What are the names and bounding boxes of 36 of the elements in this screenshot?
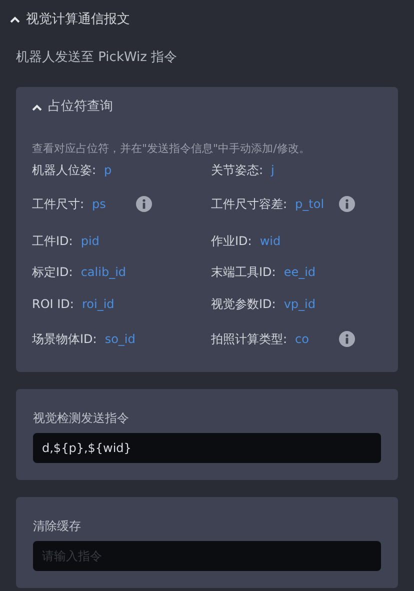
placeholder-value: ee_id <box>284 264 317 281</box>
placeholder-value: co <box>295 330 310 348</box>
placeholder-value: pid <box>80 233 100 250</box>
field-label: 视觉参数ID: <box>211 296 276 312</box>
field-label: 场景物体ID: <box>32 330 97 348</box>
field-label: 末端工具ID: <box>211 264 276 281</box>
info-icon[interactable] <box>339 196 356 212</box>
placeholder-value: calib_id <box>80 264 126 281</box>
placeholder-value: so_id <box>104 330 136 348</box>
field-label: 工件尺寸容差: <box>211 196 288 212</box>
field-label: 清除缓存 <box>33 518 82 534</box>
field-label: ROI ID: <box>32 296 74 312</box>
command-input[interactable]: d,${p},${wid} <box>33 432 381 462</box>
field-label: 工件尺寸: <box>32 196 84 212</box>
placeholder-value: ps <box>92 196 107 212</box>
placeholder-value: p <box>104 162 113 178</box>
panel-header[interactable]: 占位符查询 <box>32 87 382 127</box>
placeholder-value: j <box>271 162 276 178</box>
placeholder-value: wid <box>260 233 282 250</box>
field-label: 作业ID: <box>211 233 252 250</box>
placeholder-value: roi_id <box>82 296 116 312</box>
field-label: 拍照计算类型: <box>211 330 288 348</box>
field-label: 标定ID: <box>32 264 73 281</box>
chevron-up-icon <box>32 104 42 110</box>
info-icon[interactable] <box>339 330 356 346</box>
field-label: 机器人位姿: <box>32 162 96 178</box>
field-label: 工件ID: <box>32 233 73 250</box>
info-icon[interactable] <box>136 196 152 212</box>
placeholder-value: p_tol <box>295 196 326 212</box>
field-label: 关节姿态: <box>211 162 264 178</box>
placeholder-value: vp_id <box>284 296 316 312</box>
subtitle: 机器人发送至 PickWiz 指令 <box>16 48 178 66</box>
section-header[interactable]: 视觉计算通信报文 <box>10 0 398 30</box>
field-label: 视觉检测发送指令 <box>33 410 130 426</box>
hint-text: 查看对应占位符，并在"发送指令信息"中手动添加/修改。 <box>32 141 311 157</box>
chevron-up-icon <box>10 16 20 24</box>
